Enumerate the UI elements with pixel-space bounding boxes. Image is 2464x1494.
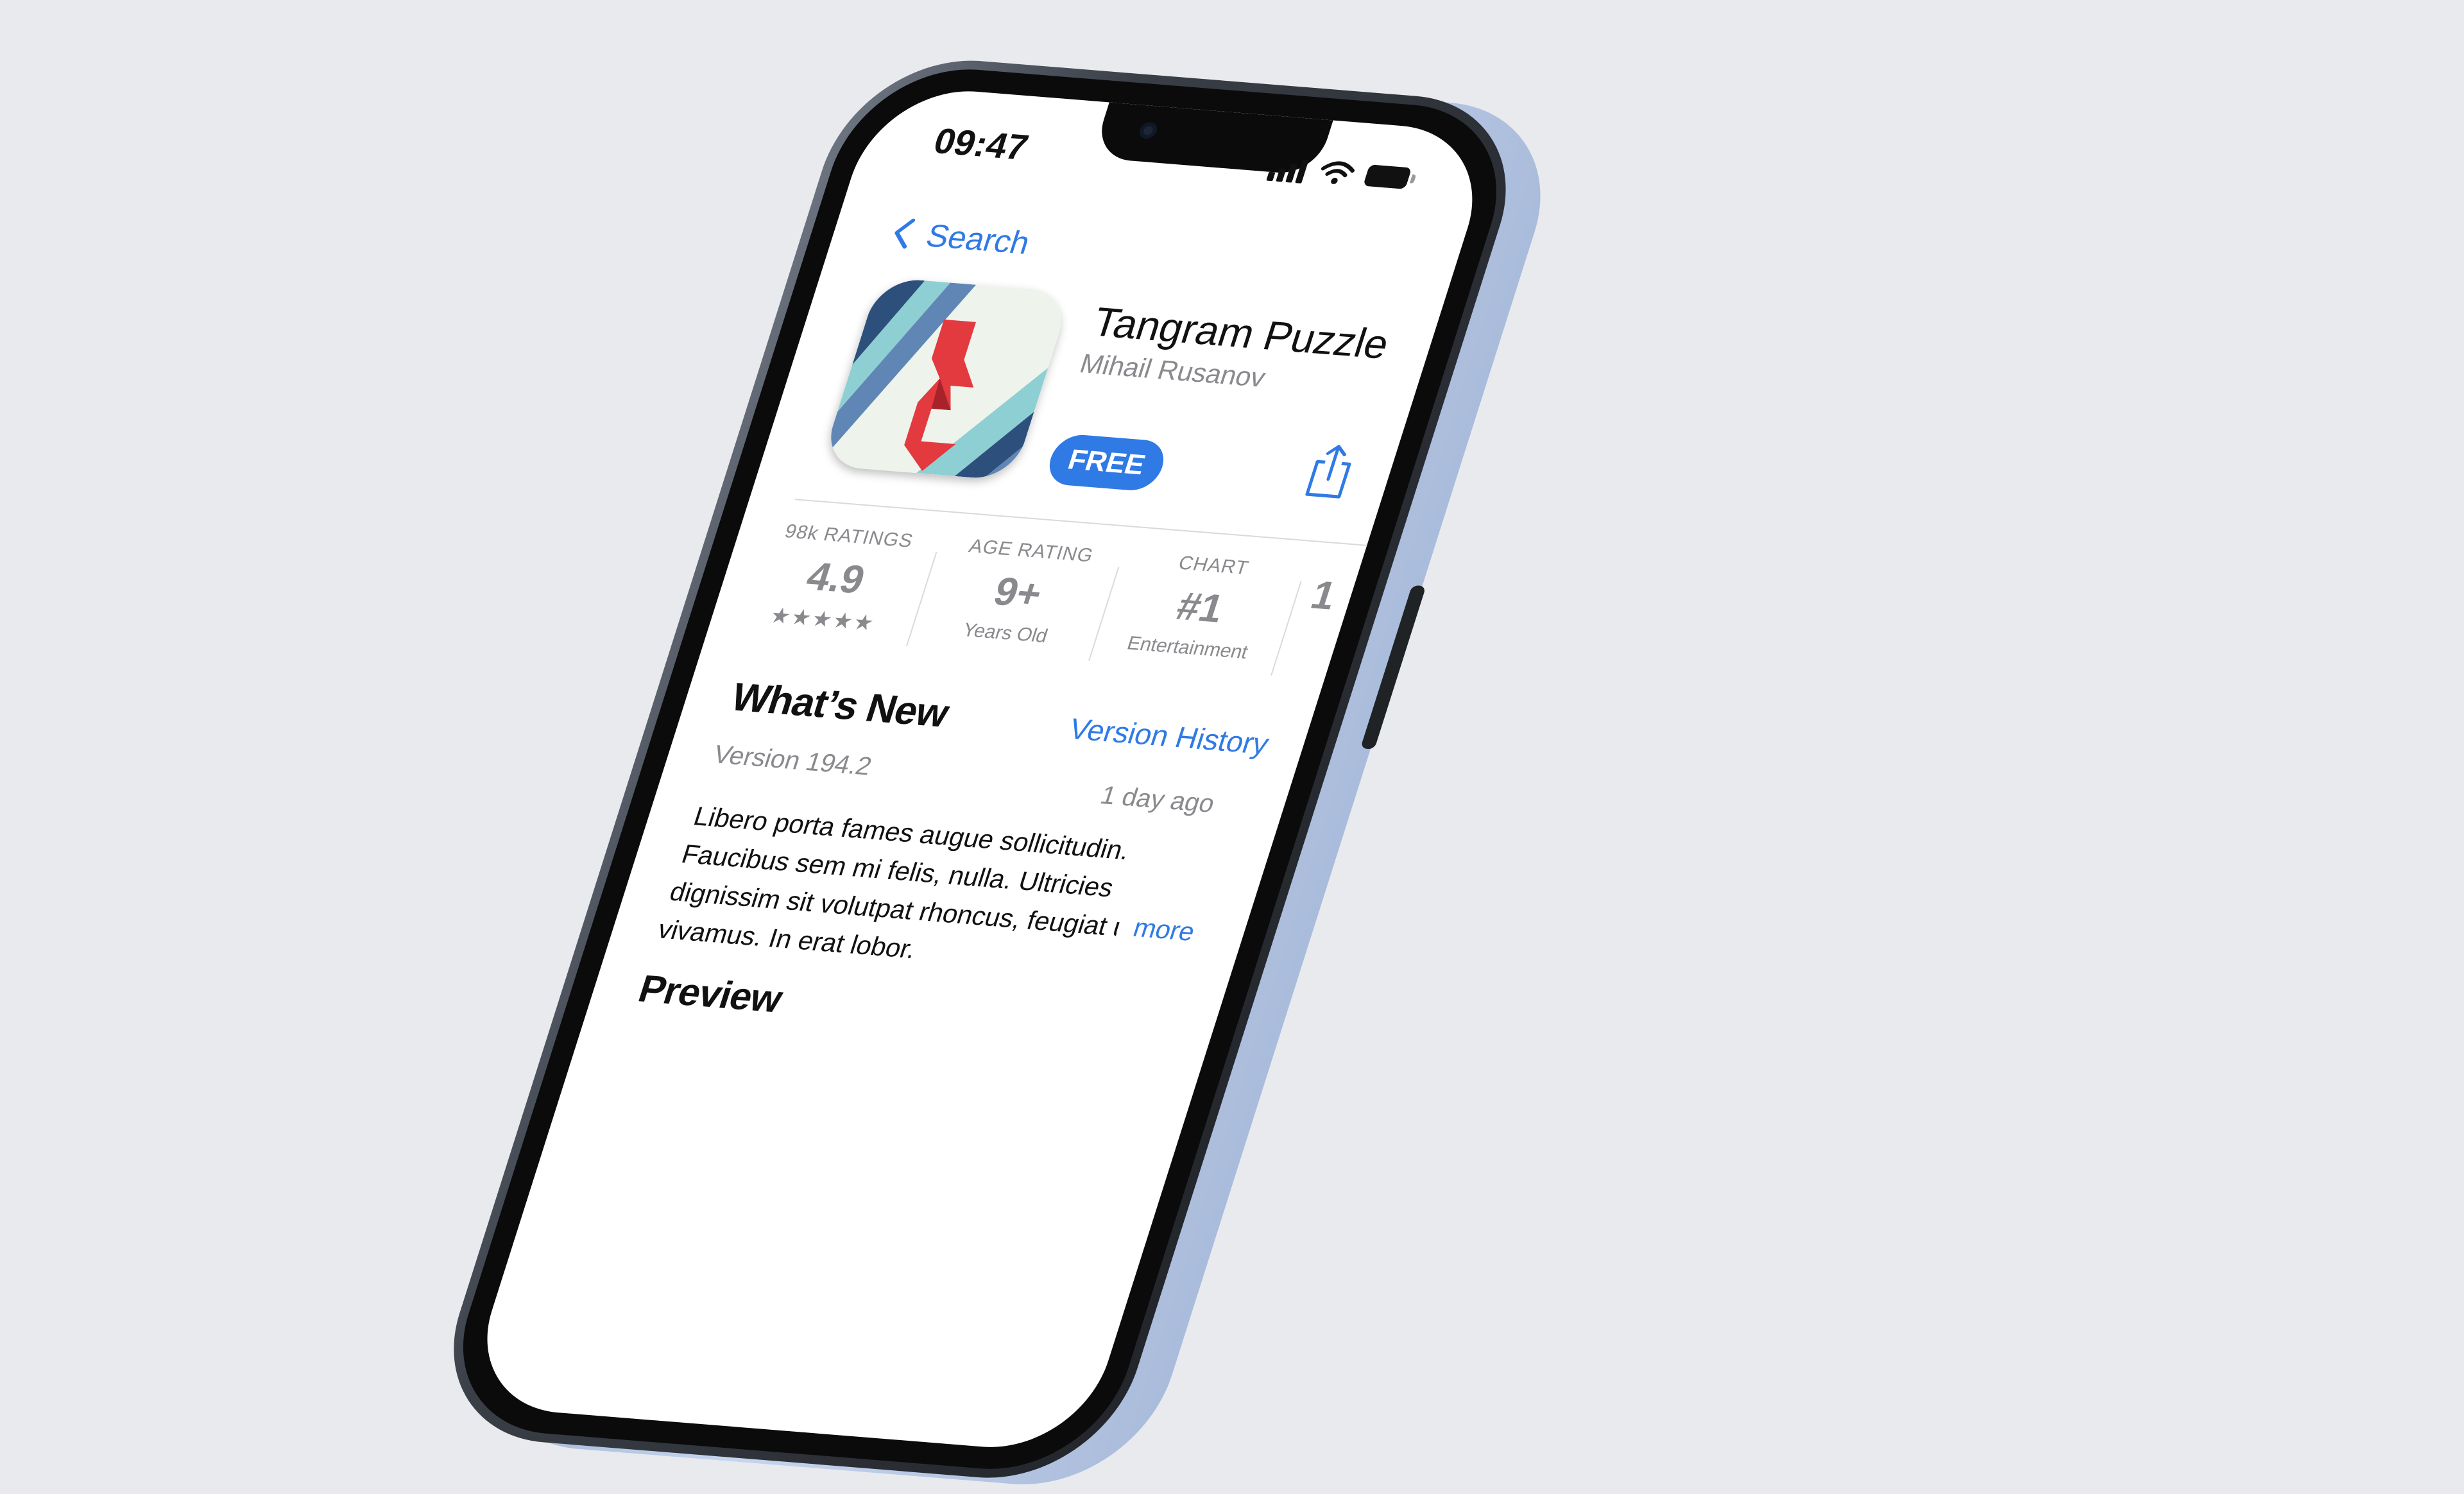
stat-chart: CHART #1 Entertainment xyxy=(1108,549,1294,665)
phone: 09:47 Search Tangram Puzzle Mihail Rusan… xyxy=(422,51,1573,1494)
stat-sublabel: Years Old xyxy=(960,619,1050,647)
battery-tip xyxy=(1409,174,1417,184)
back-label: Search xyxy=(921,217,1035,261)
stat-age-rating: AGE RATING 9+ Years Old xyxy=(925,535,1111,651)
battery-icon xyxy=(1363,164,1412,189)
phone-frame: 09:47 Search Tangram Puzzle Mihail Rusan… xyxy=(422,51,1538,1488)
status-time: 09:47 xyxy=(928,120,1034,167)
chevron-left-icon xyxy=(894,218,916,249)
camera-icon xyxy=(1137,121,1159,140)
stat-value: #1 xyxy=(1171,584,1229,631)
stat-label: 98k RATINGS xyxy=(782,520,916,552)
stat-sublabel: Entertainment xyxy=(1124,632,1251,664)
share-icon[interactable] xyxy=(1299,441,1362,501)
preview-title: Preview xyxy=(633,966,788,1021)
release-notes: Libero porta fames augue sollicitudin. F… xyxy=(654,801,1172,964)
version-history-link[interactable]: Version History xyxy=(1065,711,1273,761)
stat-value: 9+ xyxy=(988,569,1048,617)
device-mockup: 09:47 Search Tangram Puzzle Mihail Rusan… xyxy=(0,0,2464,1494)
stats-row[interactable]: 98k RATINGS 4.9 ★★★★★ AGE RATING 9+ Year… xyxy=(732,520,1415,709)
stat-label: CHART xyxy=(1176,552,1252,579)
stat-label: AGE RATING xyxy=(966,535,1097,567)
status-icons xyxy=(1266,155,1421,193)
stars-icon: ★★★★★ xyxy=(767,603,878,636)
get-button[interactable]: FREE xyxy=(1043,433,1170,493)
release-date: 1 day ago xyxy=(1097,781,1219,818)
stat-ratings: 98k RATINGS 4.9 ★★★★★ xyxy=(742,520,929,639)
back-button[interactable]: Search xyxy=(887,214,1035,262)
more-link[interactable]: more xyxy=(1114,911,1199,947)
app-icon xyxy=(820,277,1072,481)
whats-new-title: What’s New xyxy=(725,675,954,736)
wifi-icon xyxy=(1321,161,1355,184)
version-label: Version 194.2 xyxy=(710,740,875,781)
stat-value: 4.9 xyxy=(801,554,871,603)
